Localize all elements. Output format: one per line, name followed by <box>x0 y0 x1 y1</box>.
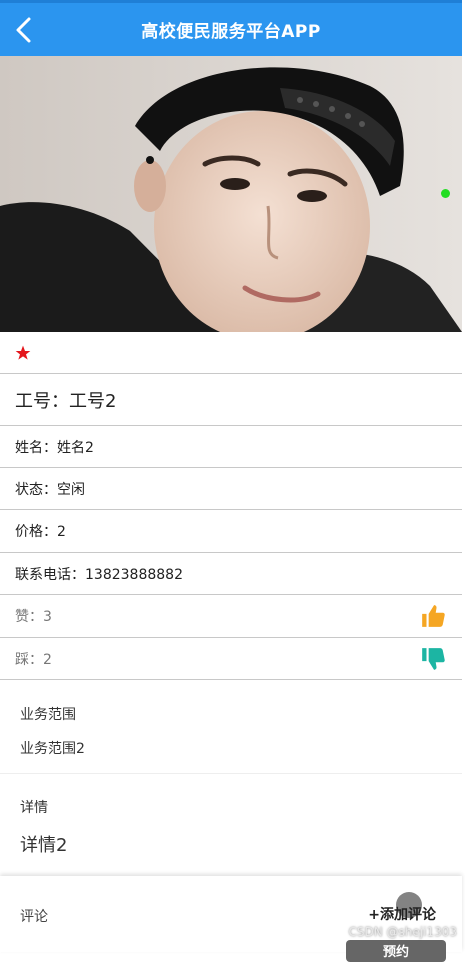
status-row: 状态：空闲 <box>0 468 462 510</box>
portrait-image <box>0 56 462 332</box>
job-number-row: 工号：工号2 <box>0 374 462 426</box>
profile-photo <box>0 56 462 332</box>
comment-bar: 评论 +添加评论 预约 <box>0 876 462 962</box>
phone-text: 联系电话：13823888882 <box>15 566 183 583</box>
thumbs-up-icon[interactable] <box>420 603 446 629</box>
book-button[interactable]: 预约 <box>346 940 446 962</box>
add-comment-button[interactable]: +添加评论 <box>368 904 436 924</box>
likes-text: 赞：3 <box>15 609 52 625</box>
price-text: 价格：2 <box>15 524 66 540</box>
likes-row: 赞：3 <box>0 595 462 638</box>
comment-label: 评论 <box>20 909 48 925</box>
online-status-dot <box>441 189 450 198</box>
dislikes-row: 踩：2 <box>0 638 462 680</box>
name-row: 姓名：姓名2 <box>0 426 462 468</box>
thumbs-down-icon[interactable] <box>420 646 446 672</box>
status-text: 状态：空闲 <box>15 481 85 498</box>
details-heading: 详情 <box>20 800 48 816</box>
favorite-row <box>0 332 462 374</box>
app-header: 高校便民服务平台APP <box>0 0 462 56</box>
details-section: 详情 详情2 <box>0 775 462 875</box>
star-icon[interactable] <box>15 345 31 361</box>
job-number-text: 工号：工号2 <box>15 390 117 412</box>
phone-row: 联系电话：13823888882 <box>0 553 462 595</box>
watermark-text: CSDN @sheji1303 <box>348 925 457 939</box>
details-value: 详情2 <box>20 835 68 856</box>
business-scope-heading: 业务范围 <box>20 707 76 723</box>
dislikes-text: 踩：2 <box>15 651 52 668</box>
name-text: 姓名：姓名2 <box>15 439 94 456</box>
price-row: 价格：2 <box>0 510 462 553</box>
business-scope-value: 业务范围2 <box>20 741 85 757</box>
business-scope-section: 业务范围 业务范围2 <box>0 680 462 774</box>
page-title: 高校便民服务平台APP <box>141 22 321 42</box>
